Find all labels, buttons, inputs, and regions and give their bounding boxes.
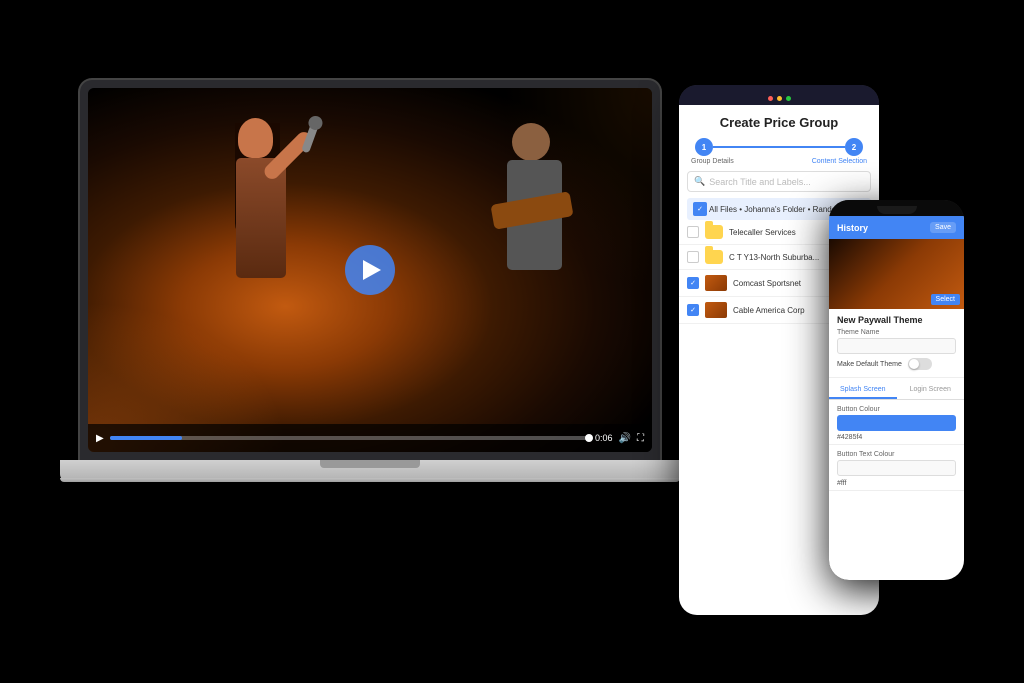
video-play-icon[interactable]: ▶ <box>96 433 104 444</box>
phone-top-title: History <box>837 223 868 233</box>
progress-thumb <box>585 434 593 442</box>
laptop-screen-outer: ▶ 0:06 🔊 ⛶ <box>80 80 660 460</box>
laptop-screen: ▶ 0:06 🔊 ⛶ <box>88 88 652 452</box>
phone-top-bar: History Save <box>829 216 964 239</box>
tablet-search-bar[interactable]: 🔍 Search Title and Labels... <box>687 171 871 192</box>
mic-head <box>307 114 325 132</box>
phone-button-text-color-section: Button Text Colour #fff <box>829 445 964 491</box>
video-volume-icon[interactable]: 🔊 <box>619 433 631 444</box>
video-progress-bar[interactable] <box>110 436 589 440</box>
step-labels: Group Details Content Selection <box>679 158 879 165</box>
tablet-header-bar <box>679 85 879 105</box>
search-placeholder: Search Title and Labels... <box>709 177 811 187</box>
phone-video-overlay: Select <box>931 294 960 305</box>
singer-body <box>236 158 286 278</box>
file-checkbox-3[interactable]: ✓ <box>687 277 699 289</box>
phone: History Save Select New Paywall Theme Th… <box>829 200 964 580</box>
folder-icon-1 <box>705 225 723 239</box>
step-line <box>713 146 845 148</box>
breadcrumb-text: All Files • Johanna's Folder • Random <box>709 205 843 214</box>
tablet-steps: 1 2 <box>679 134 879 160</box>
phone-theme-name-label: Theme Name <box>837 329 956 336</box>
breadcrumb-checkbox[interactable]: ✓ <box>693 202 707 216</box>
concert-background: ▶ 0:06 🔊 ⛶ <box>88 88 652 452</box>
phone-theme-name-input[interactable] <box>837 338 956 354</box>
phone-button-text-color-value: #fff <box>837 480 956 487</box>
phone-screen: History Save Select New Paywall Theme Th… <box>829 216 964 580</box>
play-button[interactable] <box>345 245 395 295</box>
video-time: 0:06 <box>595 433 613 443</box>
singer-head <box>238 118 273 158</box>
scene: ▶ 0:06 🔊 ⛶ <box>0 0 1024 683</box>
phone-theme-section: New Paywall Theme Theme Name Make Defaul… <box>829 309 964 378</box>
search-icon: 🔍 <box>694 176 705 187</box>
step-1-label: Group Details <box>691 158 734 165</box>
phone-notch <box>829 200 964 216</box>
phone-tab-login[interactable]: Login Screen <box>897 382 965 399</box>
tablet-page-title: Create Price Group <box>679 105 879 134</box>
video-thumb-4 <box>705 302 727 318</box>
phone-default-theme-row: Make Default Theme <box>837 358 956 370</box>
video-controls-bar: ▶ 0:06 🔊 ⛶ <box>88 424 652 452</box>
phone-tab-row: Splash Screen Login Screen <box>829 382 964 400</box>
laptop: ▶ 0:06 🔊 ⛶ <box>60 80 680 600</box>
file-checkbox-1[interactable] <box>687 226 699 238</box>
phone-button-text-color-label: Button Text Colour <box>837 451 956 458</box>
play-icon <box>363 260 381 280</box>
phone-video-thumbnail: Select <box>829 239 964 309</box>
step-1-circle: 1 <box>695 138 713 156</box>
step-2-label: Content Selection <box>812 158 867 165</box>
video-fullscreen-icon[interactable]: ⛶ <box>637 433 644 444</box>
phone-section-title: New Paywall Theme <box>837 315 956 325</box>
phone-button-color-value: #4285f4 <box>837 434 956 441</box>
tablet-dot-red <box>768 96 773 101</box>
laptop-hinge <box>320 460 420 468</box>
phone-toggle-knob <box>909 359 919 369</box>
file-checkbox-2[interactable] <box>687 251 699 263</box>
tablet-dot-yellow <box>777 96 782 101</box>
phone-notch-bar <box>877 206 917 214</box>
progress-fill <box>110 436 182 440</box>
video-thumb-3 <box>705 275 727 291</box>
laptop-base <box>60 460 680 482</box>
phone-button-color-section: Button Colour #4285f4 <box>829 400 964 445</box>
guitarist-head <box>512 123 550 161</box>
guitarist-figure <box>482 118 592 378</box>
laptop-foot <box>60 478 680 482</box>
singer-figure <box>198 108 328 388</box>
phone-save-button[interactable]: Save <box>930 222 956 233</box>
phone-tab-splash[interactable]: Splash Screen <box>829 382 897 399</box>
phone-default-theme-label: Make Default Theme <box>837 361 902 368</box>
folder-icon-2 <box>705 250 723 264</box>
file-checkbox-4[interactable]: ✓ <box>687 304 699 316</box>
phone-default-theme-toggle[interactable] <box>908 358 932 370</box>
tablet-dot-green <box>786 96 791 101</box>
phone-button-text-color-input[interactable] <box>837 460 956 476</box>
step-2-circle: 2 <box>845 138 863 156</box>
phone-button-color-label: Button Colour <box>837 406 956 413</box>
phone-button-color-swatch[interactable] <box>837 415 956 431</box>
